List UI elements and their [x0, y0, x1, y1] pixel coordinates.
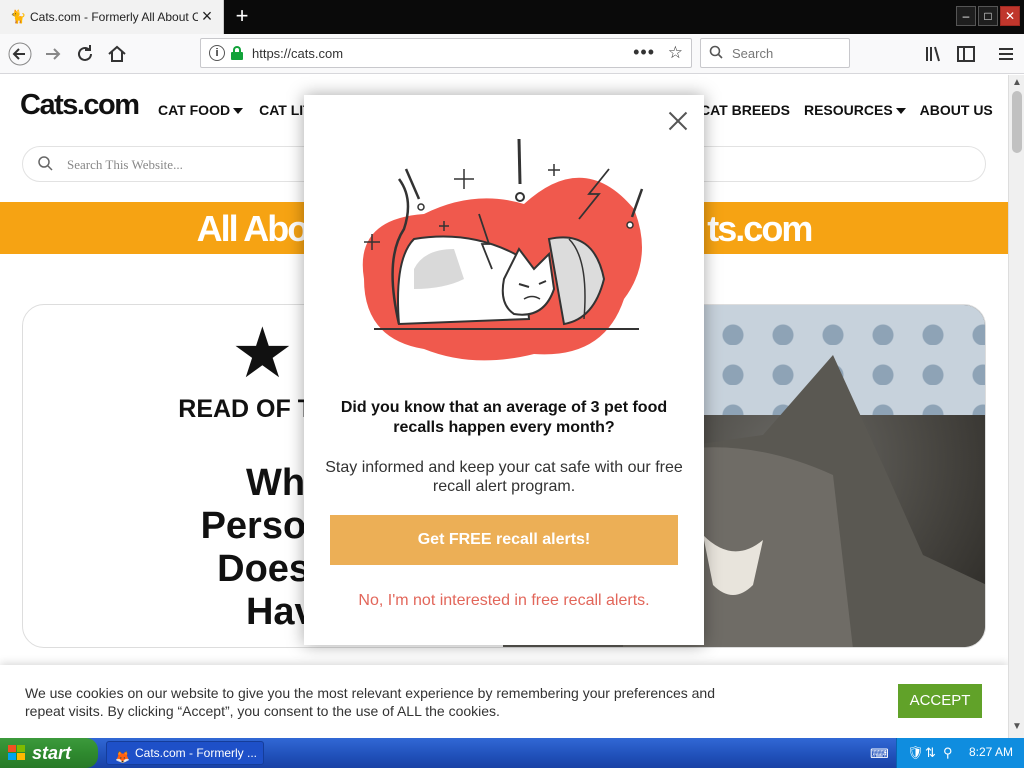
cat-favicon-icon: 🐈	[10, 9, 27, 24]
maximize-button[interactable]: □	[978, 6, 998, 26]
scroll-down-icon[interactable]: ▼	[1012, 721, 1022, 732]
recall-alert-modal: Did you know that an average of 3 pet fo…	[304, 95, 704, 645]
scrollbar-thumb[interactable]	[1012, 91, 1022, 153]
back-arrow-icon[interactable]	[8, 42, 32, 66]
url-text[interactable]: https://cats.com	[252, 46, 343, 61]
security-shield-icon[interactable]: 🛡	[907, 745, 924, 761]
search-icon	[709, 45, 723, 62]
tab-close-icon[interactable]: ×	[199, 7, 215, 25]
scroll-up-icon[interactable]: ▲	[1012, 77, 1022, 88]
start-button[interactable]: start	[0, 738, 98, 768]
network-icon[interactable]: ⇅	[925, 745, 936, 761]
startled-cat-illustration	[354, 129, 654, 369]
lock-icon[interactable]	[231, 46, 243, 60]
forward-arrow-icon[interactable]	[41, 42, 65, 66]
hamburger-menu-icon[interactable]	[994, 42, 1018, 66]
search-tray-icon[interactable]: ⚲	[943, 745, 953, 761]
close-icon[interactable]	[666, 109, 690, 133]
firefox-icon: 🦊	[115, 750, 130, 764]
windows-taskbar: start 🦊 Cats.com - Formerly ... ⌨ 🛡 ⇅ ⚲ …	[0, 738, 1024, 768]
page-actions-icon[interactable]: •••	[633, 42, 655, 63]
home-icon[interactable]	[105, 42, 129, 66]
sidebar-icon[interactable]	[954, 42, 978, 66]
page-scrollbar[interactable]: ▲ ▼	[1008, 75, 1024, 738]
modal-question: Did you know that an average of 3 pet fo…	[340, 399, 668, 436]
taskbar-clock: 8:27 AM	[969, 745, 1014, 759]
close-window-button[interactable]: ✕	[1000, 6, 1020, 26]
bookmark-star-icon[interactable]: ☆	[668, 43, 683, 63]
keyboard-icon[interactable]: ⌨	[870, 746, 889, 762]
browser-search-placeholder: Search	[732, 46, 774, 61]
tab-title: Cats.com - Formerly All About Cats	[30, 10, 198, 24]
minimize-button[interactable]: –	[956, 6, 976, 26]
taskbar-window-button[interactable]: 🦊 Cats.com - Formerly ...	[106, 741, 264, 765]
get-recall-alerts-button[interactable]: Get FREE recall alerts!	[330, 515, 678, 565]
address-bar[interactable]: i https://cats.com ••• ☆	[200, 38, 692, 68]
library-icon[interactable]	[922, 42, 946, 66]
browser-navbar: i https://cats.com ••• ☆ Search	[0, 34, 1024, 74]
web-page: Cats.com CAT FOOD CAT LIT CAT BREEDS RES…	[0, 75, 1008, 738]
reload-icon[interactable]	[73, 42, 97, 66]
info-icon[interactable]: i	[209, 45, 225, 61]
modal-description: Stay informed and keep your cat safe wit…	[325, 459, 683, 495]
taskbar-window-label: Cats.com - Formerly ...	[135, 746, 258, 760]
window-controls: – □ ✕	[956, 6, 1020, 26]
browser-search-box[interactable]: Search	[700, 38, 850, 68]
modal-overlay: Did you know that an average of 3 pet fo…	[0, 75, 1008, 738]
start-label: start	[32, 743, 72, 763]
new-tab-button[interactable]: +	[228, 2, 256, 30]
browser-titlebar: 🐈 Cats.com - Formerly All About Cats × +…	[0, 0, 1024, 34]
windows-logo-icon	[8, 745, 26, 761]
system-tray: 🛡 ⇅ ⚲ 8:27 AM	[896, 738, 1024, 768]
browser-tab[interactable]: 🐈 Cats.com - Formerly All About Cats ×	[0, 0, 224, 34]
decline-alerts-link[interactable]: No, I'm not interested in free recall al…	[324, 592, 684, 610]
